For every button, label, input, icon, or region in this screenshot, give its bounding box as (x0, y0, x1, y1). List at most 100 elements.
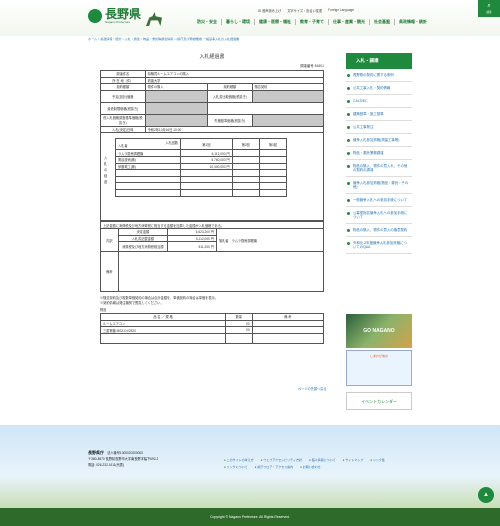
footer-link[interactable]: お問い合わせ (300, 465, 321, 469)
sidebar-item[interactable]: 公募型指名競争入札への参加手続について (346, 207, 412, 224)
footer-link[interactable]: 個人情報について (309, 458, 336, 462)
search-label: 検索 (486, 11, 492, 14)
sidebar-item[interactable]: 競争入札参加資格(物品・委託・その他) (346, 177, 412, 194)
cell-empty (231, 149, 260, 157)
footer-link[interactable]: リンクについて (224, 465, 248, 469)
footer-links: このサイトの考え方 ウェブアクセシビリティ方針 個人情報について サイトマップ … (224, 458, 394, 469)
sidebar-item[interactable]: 建築基準・施工基準 (346, 108, 412, 121)
decided-amount: 5,623,200 (195, 230, 210, 235)
amount-unit: 円 (210, 236, 214, 241)
footer-link[interactable]: サイトマップ (343, 458, 363, 462)
cell-empty (115, 175, 181, 184)
sidebar-item[interactable]: 競争入札参加資格(測量工事等) (346, 134, 412, 147)
scroll-top-button[interactable]: ▲ (478, 487, 494, 503)
amount-unit: 円 (210, 245, 214, 250)
col-header: 品 名 ／ 規 格 (100, 313, 226, 321)
sidebar: 入札・調達 長野県の契約に関する条例 公共工事入札・契約情報 CALS/EC 建… (346, 53, 412, 254)
result-table: 上記金額に消費税及び地方消費税に相当する金額を加算した金額が入札価格である。 内… (100, 221, 325, 293)
table-row: 伊藤電工(株) 10,400,000 円 (115, 162, 288, 171)
search-button[interactable]: ⌕ 検索 (478, 0, 500, 17)
sidebar-title: 入札・調達 (346, 53, 412, 69)
gnav-item[interactable]: 教育・子育て (295, 19, 328, 25)
footer-link[interactable]: ウェブアクセシビリティ方針 (261, 458, 302, 462)
cell-value (144, 89, 209, 103)
page-title: 入札経過書 (199, 54, 225, 60)
utility-links: ID 音声読み上げ 文字サイズ・色合い変更 Foreign Language (258, 8, 354, 13)
round-3-header: 第3回 (258, 138, 288, 151)
cell-label: 契約種類 (207, 83, 253, 91)
round-2-header: 第2回 (231, 138, 260, 151)
cell-label: 入札書記載金額 (117, 234, 168, 243)
event-calendar-link[interactable]: イベントカレンダー (346, 392, 412, 410)
amount-unit: 円 (210, 230, 214, 235)
winner-label: 落札者 (218, 238, 229, 243)
cell-empty (179, 169, 233, 177)
footer-link[interactable]: リンク集 (370, 458, 385, 462)
cell-empty (231, 182, 260, 190)
round-label: 入札回数 (165, 141, 178, 146)
sidebar-item[interactable]: CALS/EC (346, 95, 412, 108)
cell-empty (100, 332, 226, 344)
sidebar-item[interactable]: 物品・委託業務調達 (346, 147, 412, 160)
item-name: 三菱電機 MSZ-DV2520 (100, 326, 226, 334)
font-size-link[interactable]: 文字サイズ・色合い変更 (287, 8, 322, 13)
cell-value (251, 113, 325, 127)
cell-value (251, 89, 325, 103)
site-logo[interactable]: 長野県 Nagano Prefecture (88, 8, 141, 24)
sidebar-item[interactable]: 長野県の契約に関する条例 (346, 69, 412, 82)
footer-link[interactable]: このサイトの考え方 (224, 458, 254, 462)
cell-label: 入札書比較価格(税抜き) (207, 89, 253, 103)
cell-empty (258, 175, 288, 184)
sidebar-item[interactable]: 一般競争入札への参加手続について (346, 194, 412, 207)
cell-value: 物件の購入 (144, 83, 209, 91)
bidder-label: 入札者 (118, 144, 128, 149)
cell-empty (115, 182, 181, 190)
gnav-item[interactable]: 防災・安全 (193, 19, 221, 25)
cell-label: 所 在 地（件） (100, 76, 146, 85)
cell-label: 調達件名 (100, 70, 146, 78)
copyright: Copyright © Nagano Prefecture. All Right… (0, 508, 500, 526)
gnav-item[interactable]: 社会基盤 (369, 19, 394, 25)
col-header: 備 考 (251, 313, 325, 321)
voice-link[interactable]: ID 音声読み上げ (258, 8, 281, 13)
shiawase-banner[interactable]: しあわせ信州 (346, 350, 412, 386)
gnav-item[interactable]: 暮らし・環境 (221, 19, 254, 25)
back-to-top-link[interactable]: ページの先頭へ戻る (298, 386, 327, 391)
gnav-item[interactable]: 健康・医療・福祉 (254, 19, 295, 25)
deer-mascot-icon (146, 12, 162, 26)
notes: ※随意契約及び複数単価契約の場合は合計金額を、単価契約の場合は単価を表示。 ※契… (100, 295, 324, 305)
gnav-item[interactable]: 県政情報・統計 (394, 19, 431, 25)
site-header: 長野県 Nagano Prefecture ID 音声読み上げ 文字サイズ・色合い… (0, 0, 500, 36)
col-header: 数量 (224, 313, 253, 321)
cell-label: 契約種類 (100, 83, 146, 91)
contract-info-table: 調達件名 県職員ルームエアコンの購入 所 在 地（件） 看護大学 契約種類 物件の購入… (100, 70, 325, 134)
corporate-number: 法人番号1000020200000 (107, 451, 143, 455)
sidebar-item[interactable]: 物品の購入、物件の買入の随意契約 (346, 224, 412, 237)
cell-empty (251, 319, 325, 328)
sidebar-item[interactable]: 令和元-2年度競争入札参加資格についてのQ&A (346, 237, 412, 254)
language-link[interactable]: Foreign Language (328, 8, 354, 13)
global-nav: 防災・安全 暮らし・環境 健康・医療・福祉 教育・子育て 仕事・産業・観光 社会… (193, 19, 431, 25)
table-row: 三菱電機 MSZ-DV2520 00 (100, 326, 325, 334)
bid-unit: 円 (226, 164, 230, 169)
go-nagano-banner[interactable]: GO NAGANO (346, 314, 412, 348)
breadcrumb[interactable]: ホーム > 県政情報・統計 > 入札・調達 > 物品・委託等調達情報 > [県庁… (88, 37, 239, 41)
gnav-item[interactable]: 仕事・産業・観光 (328, 19, 369, 25)
cell-empty (258, 149, 288, 157)
winner-name: ラムラ厨房調理機 (231, 238, 257, 243)
cell-empty (224, 332, 253, 344)
remarks-label: 備考 (100, 251, 119, 293)
sidebar-item[interactable]: 公共工事入札・契約情報 (346, 82, 412, 95)
cell-empty (179, 182, 233, 190)
cell-empty (258, 155, 288, 164)
cell-label: 低入札価格調査基準価格(税抜き) (100, 113, 146, 127)
table-row: ラムラ厨房調理機 5,112,000 円 (115, 149, 288, 157)
cell-empty (258, 182, 288, 190)
sidebar-item[interactable]: 物品の購入、物件の買入れ、その他の契約の調達 (346, 160, 412, 177)
footer-link[interactable]: 県庁フロア・アクセス案内 (255, 465, 293, 469)
bidder-name: ラムラ厨房調理機 (115, 149, 181, 157)
cell-empty (231, 175, 260, 184)
sidebar-item[interactable]: 公共工事発注 (346, 121, 412, 134)
bid-header-diagonal: 入札回数入札者 (115, 138, 181, 151)
cell-label: 最低制限価格(税抜き) (100, 101, 146, 115)
